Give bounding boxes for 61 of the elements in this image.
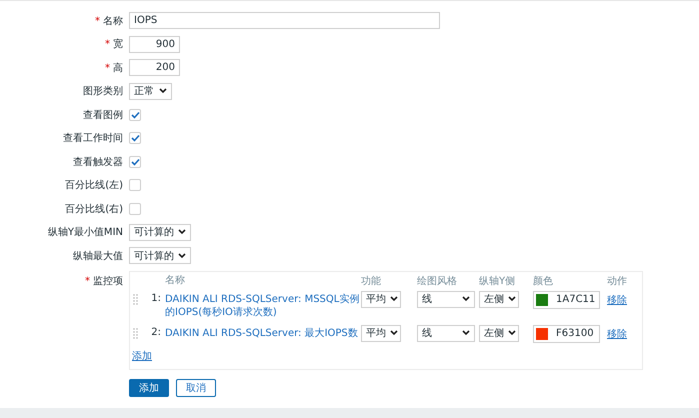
column-header: 纵轴Y侧 xyxy=(479,274,516,288)
number-input[interactable]: 200 xyxy=(129,59,180,76)
row-index: 2: xyxy=(150,326,162,338)
field-label: 纵轴最大值 xyxy=(73,250,123,262)
name-input[interactable]: IOPS xyxy=(129,12,440,30)
field-label: 名称 xyxy=(103,16,123,27)
column-header: 功能 xyxy=(361,274,382,288)
chevron-down-icon xyxy=(159,88,167,94)
field-label: 纵轴Y最小值MIN xyxy=(48,227,123,238)
column-header: 名称 xyxy=(165,274,186,286)
column-header: 动作 xyxy=(607,274,627,288)
chevron-down-icon xyxy=(462,330,470,336)
function-select[interactable]: 平均 xyxy=(361,290,401,308)
column-header: 绘图风格 xyxy=(417,274,458,288)
form-button[interactable]: 添加 xyxy=(129,378,169,396)
field-label: 百分比线(右) xyxy=(65,204,123,215)
checkbox[interactable] xyxy=(129,179,141,192)
draw-style-select[interactable]: 线 xyxy=(417,324,475,342)
select-dropdown[interactable]: 可计算的 xyxy=(129,224,191,241)
form-button[interactable]: 取消 xyxy=(176,378,216,396)
color-input[interactable]: 1A7C11 xyxy=(533,290,600,308)
add-link[interactable]: 添加 xyxy=(132,350,152,362)
chevron-down-icon xyxy=(462,296,470,302)
number-input[interactable]: 900 xyxy=(129,36,180,53)
remove-link[interactable]: 移除 xyxy=(607,290,627,306)
y-axis-select[interactable]: 左侧 xyxy=(479,290,519,308)
draw-style-select[interactable]: 线 xyxy=(417,290,475,308)
chevron-down-icon xyxy=(178,252,186,259)
y-axis-select[interactable]: 左侧 xyxy=(479,324,519,342)
required-mark: * xyxy=(105,39,110,50)
field-label: 高 xyxy=(113,62,123,74)
checkbox[interactable] xyxy=(129,108,141,121)
function-select[interactable]: 平均 xyxy=(361,324,401,342)
column-header: 颜色 xyxy=(533,274,554,288)
field-label: 图形类别 xyxy=(83,86,123,98)
checkbox[interactable] xyxy=(129,156,141,168)
chevron-down-icon xyxy=(508,330,516,336)
chevron-down-icon xyxy=(390,330,398,336)
required-mark: * xyxy=(85,276,90,286)
required-mark: * xyxy=(95,16,100,27)
field-label: 查看触发器 xyxy=(73,156,123,168)
select-dropdown[interactable]: 正常 xyxy=(129,82,172,100)
chevron-down-icon xyxy=(508,296,516,302)
item-name-link[interactable]: DAIKIN ALI RDS-SQLServer: MSSQL实例的IOPS(每秒IO请求次数) xyxy=(165,290,361,318)
drag-handle-icon[interactable] xyxy=(133,294,138,306)
field-label: 查看工作时间 xyxy=(63,133,123,144)
item-name-link[interactable]: DAIKIN ALI RDS-SQLServer: 最大IOPS数 xyxy=(165,324,361,340)
field-label: 查看图例 xyxy=(83,110,123,121)
select-dropdown[interactable]: 可计算的 xyxy=(129,247,191,264)
field-label: 监控项 xyxy=(93,276,123,286)
row-index: 1: xyxy=(150,292,162,304)
color-input[interactable]: F63100 xyxy=(533,324,600,342)
chevron-down-icon xyxy=(178,229,186,236)
drag-handle-icon[interactable] xyxy=(133,328,138,340)
remove-link[interactable]: 移除 xyxy=(607,324,627,340)
required-mark: * xyxy=(105,62,110,74)
field-label: 百分比线(左) xyxy=(65,180,123,192)
checkbox[interactable] xyxy=(129,132,141,144)
chevron-down-icon xyxy=(390,296,398,302)
field-label: 宽 xyxy=(113,39,123,50)
checkbox[interactable] xyxy=(129,202,141,215)
